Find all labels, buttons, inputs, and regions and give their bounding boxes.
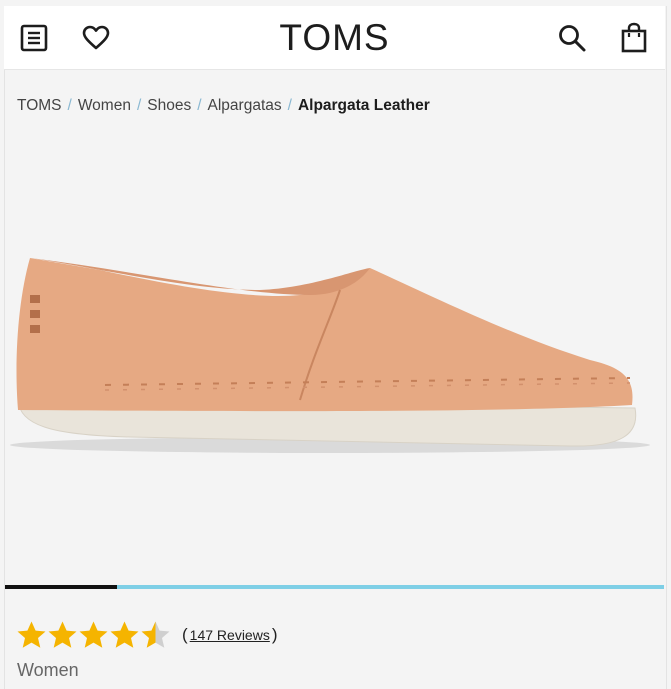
gallery-progress-fill: [5, 585, 118, 589]
rating-stars: [16, 620, 171, 650]
product-rating: ( 147 Reviews ): [16, 620, 278, 650]
star-icon: [110, 621, 139, 648]
breadcrumb-link-shoes[interactable]: Shoes: [147, 97, 191, 115]
star-icon: [48, 621, 77, 648]
heart-icon: [82, 25, 110, 49]
heel-tab: [30, 295, 40, 303]
product-category: Women: [17, 660, 79, 680]
breadcrumb-separator: /: [197, 97, 202, 114]
search-button[interactable]: [554, 6, 590, 69]
gallery-progress-bar[interactable]: [5, 585, 664, 589]
breadcrumb-separator: /: [67, 97, 72, 114]
star-icon: [141, 621, 170, 648]
logo-text[interactable]: TOMS: [279, 17, 389, 59]
breadcrumb: TOMS / Women / Shoes / Alpargatas / Alpa…: [17, 97, 430, 115]
wishlist-button[interactable]: [78, 6, 114, 69]
reviews-summary: ( 147 Reviews ): [182, 625, 278, 645]
product-image[interactable]: [10, 240, 660, 480]
breadcrumb-link-toms[interactable]: TOMS: [17, 97, 62, 115]
site-header: TOMS: [4, 6, 665, 70]
reviews-open-paren: (: [182, 625, 188, 644]
menu-icon: [20, 24, 48, 51]
star-icon: [17, 621, 46, 648]
breadcrumb-link-women[interactable]: Women: [78, 97, 131, 115]
breadcrumb-separator: /: [287, 97, 292, 114]
cart-button[interactable]: [616, 6, 652, 69]
star-icon: [79, 621, 108, 648]
menu-button[interactable]: [16, 6, 52, 69]
breadcrumb-link-alpargatas[interactable]: Alpargatas: [208, 97, 282, 115]
breadcrumb-separator: /: [136, 97, 142, 114]
breadcrumb-current: Alpargata Leather: [297, 97, 430, 114]
reviews-link[interactable]: 147 Reviews: [190, 627, 270, 643]
search-icon: [559, 24, 586, 51]
shopping-bag-icon: [621, 22, 647, 52]
reviews-close-paren: ): [271, 625, 278, 644]
